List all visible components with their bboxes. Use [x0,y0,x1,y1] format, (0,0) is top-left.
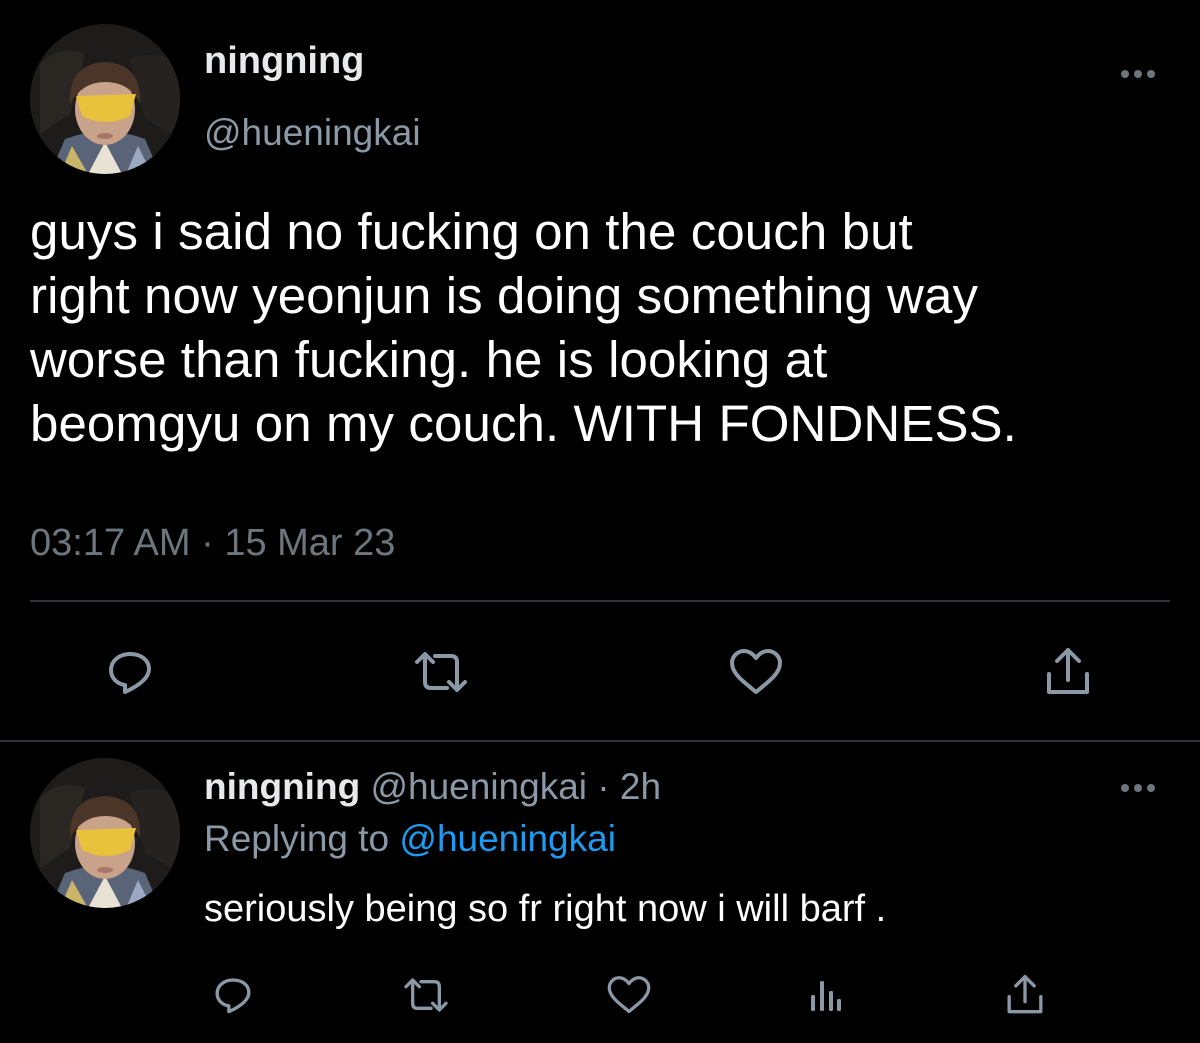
reply-button[interactable] [100,642,160,702]
analytics-icon [811,981,841,1011]
more-options-button[interactable] [1114,776,1162,800]
analytics-button[interactable] [800,970,850,1020]
reply-icon [109,652,151,694]
avatar[interactable] [30,758,180,908]
author-name[interactable]: ningning [204,766,360,807]
more-options-button[interactable] [1114,62,1162,86]
tweet-text: seriously being so fr right now i will b… [204,888,887,930]
tweet-timestamp[interactable]: 03:17 AM · 15 Mar 23 [30,522,395,565]
more-horizontal-icon [1121,70,1155,78]
tweet-text-line: worse than fucking. he is looking at [30,331,828,388]
author-name[interactable]: ningning [204,40,364,83]
tweet-text-line: beomgyu on my couch. WITH FONDNESS. [30,395,1017,452]
more-horizontal-icon [1121,784,1155,792]
share-icon [1007,975,1043,1014]
replying-handle-link[interactable]: @hueningkai [399,818,616,859]
reply-icon [215,978,251,1014]
divider [30,600,1170,602]
replying-to: Replying to @hueningkai [204,818,616,860]
retweet-button[interactable] [406,642,476,702]
author-handle-time[interactable]: @hueningkai · 2h [370,766,661,807]
tweet-text: guys i said no fucking on the couch but … [30,200,1180,456]
share-button[interactable] [1000,968,1050,1022]
like-button[interactable] [724,642,788,702]
avatar[interactable] [30,24,180,174]
reply-button[interactable] [208,970,258,1020]
share-button[interactable] [1038,642,1098,702]
tweet-text-line: guys i said no fucking on the couch but [30,203,913,260]
retweet-button[interactable] [396,970,456,1020]
retweet-icon [415,652,467,692]
like-icon [607,976,651,1014]
divider [0,740,1200,742]
share-icon [1047,648,1089,694]
retweet-icon [404,978,448,1012]
author-handle[interactable]: @hueningkai [204,112,421,154]
replying-prefix: Replying to [204,818,390,859]
like-icon [730,649,782,694]
reply-header: ningning @hueningkai · 2h [204,766,661,808]
tweet-text-line: right now yeonjun is doing something way [30,267,979,324]
like-button[interactable] [602,970,656,1020]
